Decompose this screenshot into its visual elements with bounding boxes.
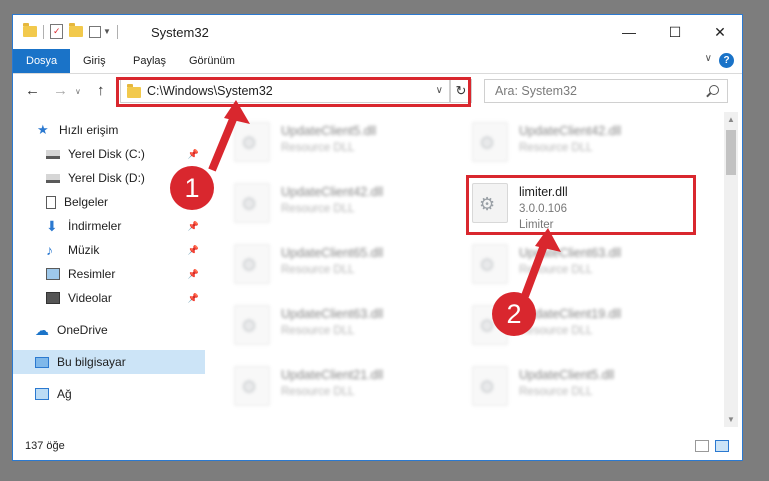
- arrow-1-head: [224, 100, 250, 124]
- step-badge-1: 1: [170, 166, 214, 210]
- arrow-1-shaft: [208, 110, 240, 172]
- arrow-2-shaft: [521, 238, 550, 298]
- annotation-arrows: [208, 100, 561, 298]
- step-badge-2: 2: [492, 292, 536, 336]
